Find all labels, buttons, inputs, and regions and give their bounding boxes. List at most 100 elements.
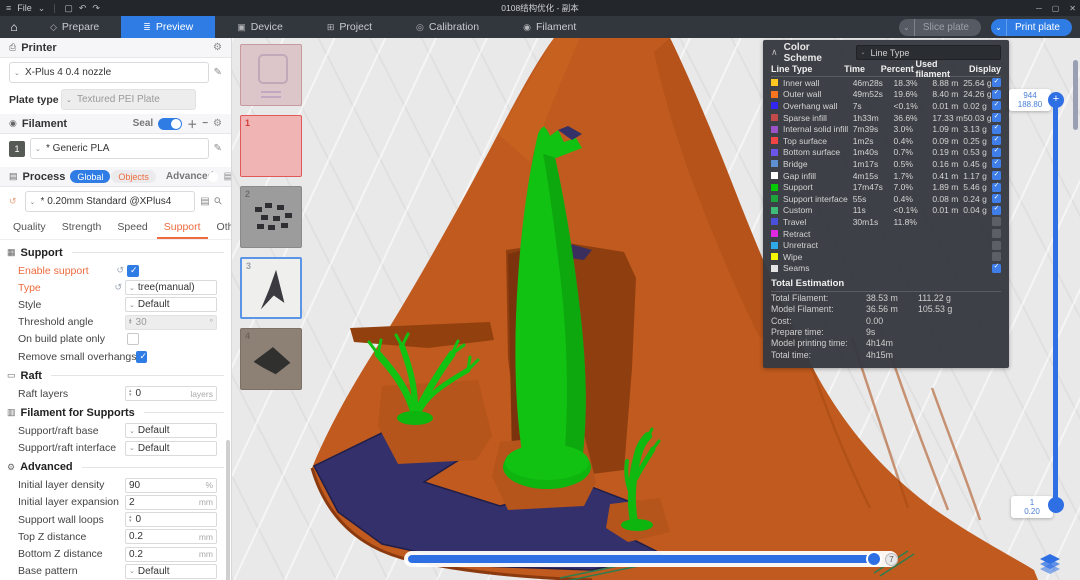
- display-checkbox[interactable]: [992, 159, 1001, 168]
- edit-filament-icon[interactable]: ✎: [214, 143, 222, 154]
- enable-support-checkbox[interactable]: [127, 265, 139, 277]
- bottom-z-distance-input[interactable]: ⌄▴▾0.2mm: [125, 547, 217, 562]
- view-mode-select[interactable]: ⌄ Line Type: [856, 45, 1001, 60]
- tab-prepare[interactable]: ◇Prepare: [28, 16, 121, 38]
- edit-printer-icon[interactable]: ✎: [214, 67, 222, 78]
- display-checkbox[interactable]: [992, 183, 1001, 192]
- process-tab-others[interactable]: Others: [210, 219, 232, 239]
- tab-calibration[interactable]: ◎Calibration: [394, 16, 501, 38]
- remove-filament-icon[interactable]: −: [202, 118, 208, 129]
- display-checkbox[interactable]: [992, 90, 1001, 99]
- display-checkbox[interactable]: [992, 78, 1001, 87]
- objects-tab[interactable]: Objects: [111, 170, 156, 183]
- plate-thumbnail[interactable]: [240, 44, 302, 106]
- display-checkbox[interactable]: [992, 113, 1001, 122]
- collapse-panel-icon[interactable]: ∧: [771, 47, 778, 58]
- display-checkbox[interactable]: [992, 217, 1001, 226]
- tab-preview[interactable]: ≣Preview: [121, 16, 215, 38]
- print-dropdown-icon[interactable]: ⌄: [991, 19, 1007, 36]
- move-slider-track[interactable]: 7: [404, 551, 898, 567]
- project-icon: ⊞: [327, 22, 335, 33]
- search-icon[interactable]: ⚲: [212, 195, 225, 208]
- slice-plate-button[interactable]: ⌄ Slice plate: [899, 19, 981, 36]
- add-filament-icon[interactable]: ＋: [187, 116, 197, 131]
- save-preset-icon[interactable]: ▤: [200, 196, 209, 207]
- redo-icon[interactable]: ↷: [92, 3, 100, 14]
- setting-row: Support/raft interface ⌄Default: [0, 440, 231, 457]
- total-row: Cost:0.00: [771, 315, 1001, 326]
- print-plate-button[interactable]: ⌄ Print plate: [991, 19, 1072, 36]
- process-tab-strength[interactable]: Strength: [55, 219, 109, 239]
- printer-settings-gear-icon[interactable]: ⚙: [213, 42, 222, 53]
- printer-preset-select[interactable]: ⌄ X-Plus 4 0.4 nozzle: [9, 62, 209, 83]
- support-raft-base-label: Support/raft base: [18, 425, 125, 437]
- support-raft-interface-select[interactable]: ⌄Default: [125, 441, 217, 456]
- new-project-icon[interactable]: ▢: [64, 3, 73, 14]
- display-checkbox[interactable]: [992, 264, 1001, 273]
- process-preset-select[interactable]: ⌄ * 0.20mm Standard @XPlus4: [25, 191, 196, 212]
- sidebar-scrollbar[interactable]: [226, 440, 230, 580]
- process-tab-speed[interactable]: Speed: [110, 219, 154, 239]
- layers-view-button[interactable]: [1038, 552, 1062, 576]
- settings-list: ▦Support Enable support ↺ Type ↺ ⌄tree(m…: [0, 240, 231, 580]
- home-button[interactable]: ⌂: [0, 16, 28, 38]
- viewport-3d[interactable]: 1234 ∧ Color Scheme ⌄ Line Type Line Typ…: [232, 38, 1080, 580]
- process-tab-quality[interactable]: Quality: [6, 219, 53, 239]
- chevron-down-icon[interactable]: ⌄: [38, 3, 46, 14]
- display-checkbox[interactable]: [992, 252, 1001, 261]
- filament-settings-gear-icon[interactable]: ⚙: [213, 118, 222, 129]
- initial-layer-expansion-input[interactable]: ⌄▴▾2mm: [125, 495, 217, 510]
- plate-type-select[interactable]: ⌄ Textured PEI Plate: [61, 89, 196, 110]
- raft-layers-input[interactable]: ▴▾0layers: [125, 386, 217, 401]
- support-type-select[interactable]: ⌄tree(manual): [125, 280, 217, 295]
- top-z-distance-input[interactable]: ⌄▴▾0.2mm: [125, 529, 217, 544]
- plate-thumbnail-selected[interactable]: 3: [240, 257, 302, 319]
- display-checkbox[interactable]: [992, 148, 1001, 157]
- parameter-list-icon[interactable]: ▤: [224, 171, 232, 182]
- minimize-icon[interactable]: ─: [1036, 4, 1042, 13]
- reset-process-icon[interactable]: ↺: [9, 196, 17, 207]
- support-raft-base-select[interactable]: ⌄Default: [125, 423, 217, 438]
- threshold-angle-input[interactable]: ▴▾30°: [125, 315, 217, 330]
- tab-project[interactable]: ⊞Project: [305, 16, 394, 38]
- global-tab[interactable]: Global: [70, 170, 110, 183]
- tab-device[interactable]: ▣Device: [215, 16, 305, 38]
- maximize-icon[interactable]: ▢: [1052, 4, 1060, 13]
- display-checkbox[interactable]: [992, 125, 1001, 134]
- on-build-plate-only-checkbox[interactable]: [127, 333, 139, 345]
- reset-icon[interactable]: ↺: [116, 265, 124, 276]
- legend-row: Support 17m47s 7.0% 1.89 m 5.46 g: [771, 181, 1001, 193]
- plate-thumbnail[interactable]: 1: [240, 115, 302, 177]
- display-checkbox[interactable]: [992, 136, 1001, 145]
- close-icon[interactable]: ✕: [1069, 4, 1076, 13]
- undo-icon[interactable]: ↶: [79, 3, 87, 14]
- tab-filament[interactable]: ◉Filament: [501, 16, 598, 38]
- layer-slider-track[interactable]: [1053, 100, 1058, 505]
- base-pattern-select[interactable]: ⌄▴▾Default: [125, 564, 217, 579]
- initial-layer-density-input[interactable]: ⌄▴▾90%: [125, 478, 217, 493]
- viewport-scrollbar[interactable]: [1073, 60, 1078, 130]
- process-tab-support[interactable]: Support: [157, 219, 208, 239]
- layer-slider-top-handle[interactable]: +: [1048, 92, 1064, 108]
- file-menu[interactable]: File: [17, 3, 32, 13]
- remove-small-overhangs-checkbox[interactable]: [136, 351, 147, 363]
- display-checkbox[interactable]: [992, 206, 1001, 215]
- plate-thumbnail[interactable]: 4: [240, 328, 302, 390]
- legend-row: Top surface 1m2s 0.4% 0.09 m 0.25 g: [771, 135, 1001, 147]
- display-checkbox[interactable]: [992, 171, 1001, 180]
- seal-toggle[interactable]: [158, 118, 182, 130]
- layer-slider-bottom-handle[interactable]: [1048, 497, 1064, 513]
- display-checkbox[interactable]: [992, 194, 1001, 203]
- setting-row: Support/raft base ⌄Default: [0, 422, 231, 439]
- display-checkbox[interactable]: [992, 101, 1001, 110]
- slice-dropdown-icon[interactable]: ⌄: [899, 19, 915, 36]
- plate-thumbnail[interactable]: 2: [240, 186, 302, 248]
- support-wall-loops-input[interactable]: ⌄▴▾0: [125, 512, 217, 527]
- menu-icon[interactable]: ≡: [6, 3, 11, 13]
- reset-icon[interactable]: ↺: [114, 282, 122, 293]
- move-slider-handle[interactable]: [866, 551, 882, 567]
- display-checkbox[interactable]: [992, 229, 1001, 238]
- support-style-select[interactable]: ⌄Default: [125, 297, 217, 312]
- display-checkbox[interactable]: [992, 241, 1001, 250]
- filament-preset-select[interactable]: ⌄ * Generic PLA: [30, 138, 209, 159]
